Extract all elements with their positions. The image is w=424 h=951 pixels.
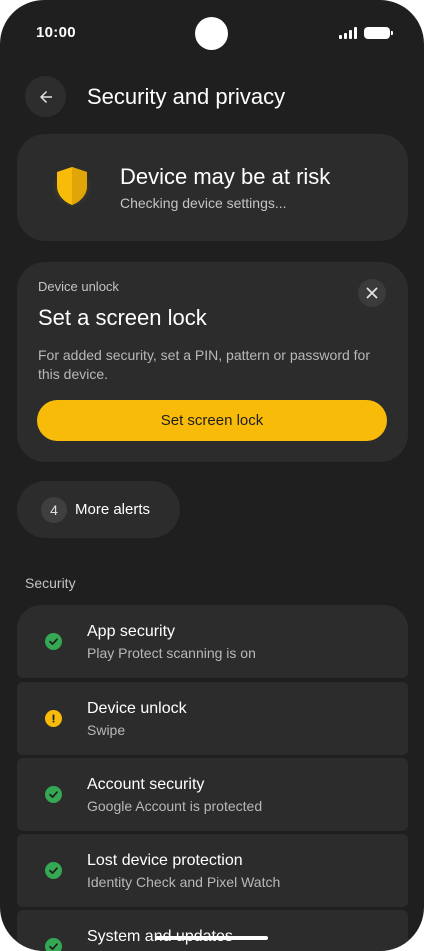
- check-circle-icon: [45, 862, 62, 879]
- list-item-device-unlock[interactable]: Device unlock Swipe: [17, 682, 408, 755]
- more-alerts-button[interactable]: 4 More alerts: [17, 481, 180, 538]
- back-button[interactable]: [25, 76, 66, 117]
- shield-warning-icon: [52, 167, 92, 207]
- list-item-title: Lost device protection: [87, 852, 243, 869]
- list-item-system-updates[interactable]: System and updates: [17, 910, 408, 951]
- page-title: Security and privacy: [87, 84, 286, 109]
- home-indicator[interactable]: [155, 936, 268, 940]
- phone-screen: 10:00 Security and privacy Device may be…: [0, 0, 424, 951]
- list-item-subtitle: Play Protect scanning is on: [87, 645, 256, 661]
- risk-title: Device may be at risk: [120, 164, 331, 189]
- risk-subtitle: Checking device settings...: [120, 195, 287, 211]
- check-circle-icon: [45, 786, 62, 803]
- list-item-subtitle: Swipe: [87, 722, 126, 738]
- list-item-subtitle: Google Account is protected: [87, 798, 263, 814]
- dismiss-button[interactable]: [358, 279, 386, 307]
- list-item-subtitle: Identity Check and Pixel Watch: [87, 874, 281, 890]
- status-time: 10:00: [36, 24, 76, 41]
- camera-cutout: [195, 17, 228, 50]
- check-circle-icon: [45, 633, 62, 650]
- screen-lock-card: Device unlock Set a screen lock For adde…: [17, 262, 408, 462]
- close-icon: [366, 287, 378, 299]
- security-section-title: Security: [25, 575, 76, 591]
- battery-icon: [364, 27, 393, 39]
- arrow-back-icon: [39, 90, 52, 103]
- list-item-account-security[interactable]: Account security Google Account is prote…: [17, 758, 408, 831]
- list-item-title: App security: [87, 623, 176, 640]
- risk-status-card[interactable]: Device may be at risk Checking device se…: [17, 134, 408, 241]
- list-item-lost-device-protection[interactable]: Lost device protection Identity Check an…: [17, 834, 408, 907]
- list-item-app-security[interactable]: App security Play Protect scanning is on: [17, 605, 408, 678]
- unlock-card-label: Device unlock: [38, 279, 119, 294]
- status-icons: [339, 27, 393, 39]
- set-screen-lock-button[interactable]: Set screen lock: [37, 400, 387, 441]
- signal-icon: [339, 27, 357, 39]
- warning-circle-icon: [45, 710, 62, 727]
- unlock-card-title: Set a screen lock: [38, 305, 207, 330]
- more-alerts-label: More alerts: [75, 501, 151, 518]
- list-item-title: Device unlock: [87, 700, 187, 717]
- unlock-card-description: For added security, set a PIN, pattern o…: [38, 347, 371, 382]
- list-item-title: Account security: [87, 776, 205, 793]
- check-circle-icon: [45, 938, 62, 951]
- alerts-count-badge: 4: [41, 496, 67, 523]
